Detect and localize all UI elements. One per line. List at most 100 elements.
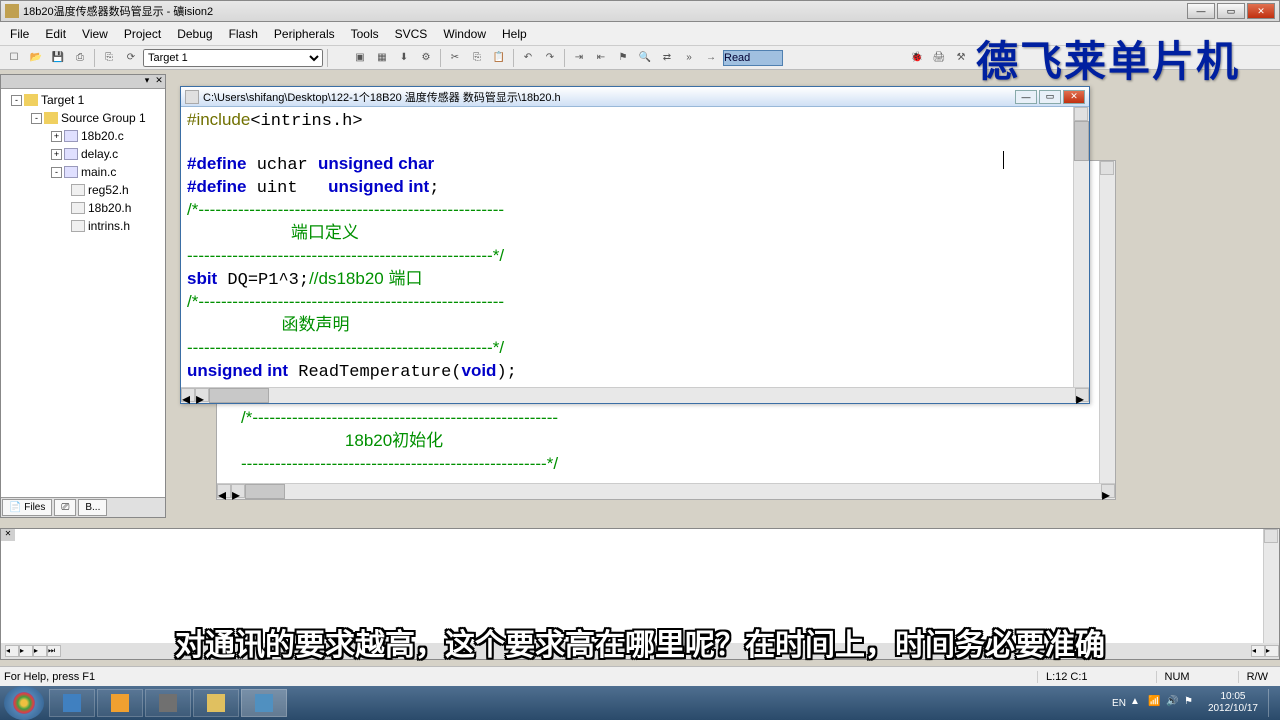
tray-icon[interactable]: ⚑ [1184, 696, 1198, 710]
tree-header[interactable]: intrins.h [88, 219, 130, 233]
tab-files[interactable]: 📄 Files [2, 499, 52, 516]
bookmark-icon[interactable]: ⚑ [613, 49, 633, 67]
find-next-icon[interactable]: » [679, 49, 699, 67]
menu-edit[interactable]: Edit [37, 25, 74, 43]
expand-icon[interactable]: + [51, 131, 62, 142]
ime-indicator[interactable]: EN [1112, 698, 1126, 709]
expand-icon[interactable]: - [51, 167, 62, 178]
editor-maximize-button[interactable]: ▭ [1039, 90, 1061, 104]
panel-close-icon[interactable]: ✕ [153, 75, 165, 88]
open-icon[interactable]: 📂 [26, 49, 46, 67]
status-rw: R/W [1238, 671, 1276, 683]
window-title: 18b20温度传感器数码管显示 - 礦ision2 [23, 3, 213, 19]
scrollbar-vertical[interactable] [1073, 107, 1089, 387]
code-area[interactable]: #include<intrins.h> #define uchar unsign… [181, 107, 1089, 385]
save-icon[interactable]: 💾 [48, 49, 68, 67]
menu-help[interactable]: Help [494, 25, 535, 43]
project-panel: ▾✕ - Target 1 - Source Group 1 +18b20.c + d… [0, 74, 166, 518]
system-tray[interactable]: EN ▲ 📶 🔊 ⚑ 10:052012/10/17 [1112, 689, 1280, 717]
translate-icon[interactable]: ▣ [350, 49, 370, 67]
status-position: L:12 C:1 [1037, 671, 1096, 683]
undo-icon[interactable]: ↶ [518, 49, 538, 67]
windows-taskbar: EN ▲ 📶 🔊 ⚑ 10:052012/10/17 [0, 686, 1280, 720]
output-close-icon[interactable]: ✕ [1, 529, 15, 541]
redo-icon[interactable]: ↷ [540, 49, 560, 67]
tree-group[interactable]: Source Group 1 [61, 111, 146, 125]
project-tabs: 📄 Files ⎚ B... [1, 497, 165, 517]
menu-project[interactable]: Project [116, 25, 169, 43]
tab-books[interactable]: B... [78, 499, 107, 516]
expand-icon[interactable]: - [11, 95, 22, 106]
taskbar-item[interactable] [193, 689, 239, 717]
tree-header[interactable]: 18b20.h [88, 201, 131, 215]
expand-icon[interactable]: - [31, 113, 42, 124]
debug-icon[interactable]: 🐞 [907, 49, 927, 67]
tree-file[interactable]: main.c [81, 165, 116, 179]
minimize-button[interactable]: — [1187, 3, 1215, 19]
target-icon [24, 94, 38, 106]
print-icon[interactable]: 🖨 [929, 49, 949, 67]
menu-tools[interactable]: Tools [343, 25, 387, 43]
target-select[interactable]: Target 1 [143, 49, 323, 67]
build-target-icon[interactable]: ⎘ [99, 49, 119, 67]
volume-icon[interactable]: 🔊 [1166, 696, 1180, 710]
save-all-icon[interactable]: ⎙ [70, 49, 90, 67]
start-button[interactable] [4, 686, 44, 720]
menu-window[interactable]: Window [435, 25, 494, 43]
editor-window: C:\Users\shifang\Desktop\122-1个18B20 温度传… [180, 86, 1090, 404]
tree-header[interactable]: reg52.h [88, 183, 129, 197]
taskbar-item-active[interactable] [241, 689, 287, 717]
maximize-button[interactable]: ▭ [1217, 3, 1245, 19]
cut-icon[interactable]: ✂ [445, 49, 465, 67]
find-icon[interactable]: 🔍 [635, 49, 655, 67]
status-help: For Help, press F1 [4, 671, 95, 683]
config-icon[interactable]: ⚒ [951, 49, 971, 67]
taskbar-item[interactable] [49, 689, 95, 717]
taskbar-item[interactable] [145, 689, 191, 717]
replace-icon[interactable]: ⇄ [657, 49, 677, 67]
paste-icon[interactable]: 📋 [489, 49, 509, 67]
options-icon[interactable]: ⚙ [416, 49, 436, 67]
menu-debug[interactable]: Debug [169, 25, 220, 43]
panel-auto-hide-icon[interactable]: ▾ [141, 75, 153, 88]
copy-icon[interactable]: ⎘ [467, 49, 487, 67]
goto-icon[interactable]: → [701, 49, 721, 67]
subtitle-caption: 对通讯的要求越高，这个要求高在哪里呢？在时间上，时间务必要准确 [0, 620, 1280, 664]
scrollbar-horizontal[interactable]: ◂▸▸ [181, 387, 1089, 403]
tree-file[interactable]: delay.c [81, 147, 118, 161]
expand-icon[interactable]: + [51, 149, 62, 160]
tray-icon[interactable]: ▲ [1130, 696, 1144, 710]
tab-regs[interactable]: ⎚ [54, 499, 76, 516]
h-file-icon [71, 184, 85, 196]
tree-file[interactable]: 18b20.c [81, 129, 124, 143]
new-file-icon[interactable]: ☐ [4, 49, 24, 67]
close-button[interactable]: ✕ [1247, 3, 1275, 19]
text-cursor [1003, 151, 1004, 169]
title-bar: 18b20温度传感器数码管显示 - 礦ision2 — ▭ ✕ [0, 0, 1280, 22]
indent-icon[interactable]: ⇥ [569, 49, 589, 67]
outdent-icon[interactable]: ⇤ [591, 49, 611, 67]
taskbar-item[interactable] [97, 689, 143, 717]
network-icon[interactable]: 📶 [1148, 696, 1162, 710]
editor-close-button[interactable]: ✕ [1063, 90, 1085, 104]
clock[interactable]: 10:052012/10/17 [1202, 691, 1264, 715]
show-desktop-button[interactable] [1268, 689, 1276, 717]
menu-file[interactable]: File [2, 25, 37, 43]
scrollbar-vertical[interactable] [1099, 161, 1115, 483]
rebuild-icon[interactable]: ⟳ [121, 49, 141, 67]
build-icon[interactable]: ▦ [372, 49, 392, 67]
download-icon[interactable]: ⬇ [394, 49, 414, 67]
menu-flash[interactable]: Flash [221, 25, 266, 43]
menu-peripherals[interactable]: Peripherals [266, 25, 343, 43]
tree-target[interactable]: Target 1 [41, 93, 84, 107]
editor-titlebar[interactable]: C:\Users\shifang\Desktop\122-1个18B20 温度传… [181, 87, 1089, 107]
editor-minimize-button[interactable]: — [1015, 90, 1037, 104]
menu-svcs[interactable]: SVCS [387, 25, 436, 43]
find-input[interactable] [723, 50, 783, 66]
watermark-text: 德飞莱单片机 [976, 28, 1240, 89]
project-tree[interactable]: - Target 1 - Source Group 1 +18b20.c + dela… [1, 89, 165, 237]
menu-view[interactable]: View [74, 25, 116, 43]
app-icon [5, 4, 19, 18]
scrollbar-horizontal[interactable]: ◂▸▸ [217, 483, 1115, 499]
folder-icon [44, 112, 58, 124]
